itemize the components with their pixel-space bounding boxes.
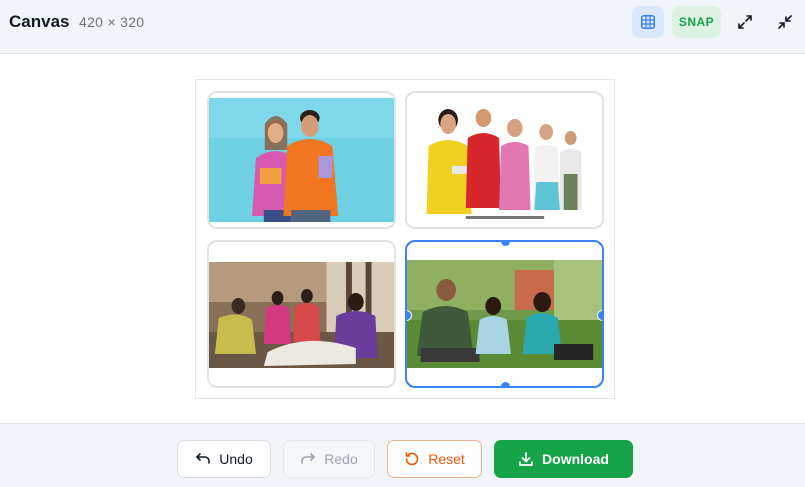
collapse-icon [778,15,792,29]
toolbar-header: Canvas 420 × 320 SNAP [0,0,805,54]
resize-handle-bottom-right[interactable] [597,381,602,386]
canvas-area[interactable] [195,79,615,399]
collapse-button[interactable] [773,10,797,34]
resize-handle-top[interactable] [500,242,511,247]
action-footer: Undo Redo Reset Download [0,423,805,487]
expand-button[interactable] [733,10,757,34]
image-tile-selected[interactable] [405,240,604,388]
expand-icon [738,15,752,29]
page-title: Canvas [9,12,70,31]
download-icon [519,452,533,466]
canvas-workspace [0,55,805,423]
snap-toggle-button[interactable]: SNAP [672,6,721,38]
photo-students-sitting-on-grass [407,260,602,368]
canvas-dimensions: 420 × 320 [79,14,145,30]
resize-handle-bottom[interactable] [500,381,511,386]
photo-student-group-white-background [407,98,602,226]
grid-icon [641,15,655,29]
download-button[interactable]: Download [494,440,633,478]
reset-icon [405,452,419,466]
resize-handle-right[interactable] [597,310,602,321]
undo-label: Undo [219,451,253,467]
image-tile[interactable] [207,240,396,388]
resize-handle-bottom-left[interactable] [407,381,412,386]
grid-toggle-button[interactable] [632,6,664,38]
photo-students-sitting-corridor [209,262,394,368]
resize-handle-top-left[interactable] [407,242,412,247]
redo-button[interactable]: Redo [283,440,375,478]
photo-two-students-blue-background [209,98,394,222]
reset-button[interactable]: Reset [387,440,482,478]
resize-handle-top-right[interactable] [597,242,602,247]
undo-button[interactable]: Undo [177,440,271,478]
download-label: Download [542,451,609,467]
image-tile[interactable] [405,91,604,229]
undo-icon [196,453,211,464]
image-tile[interactable] [207,91,396,229]
redo-icon [301,453,316,464]
redo-label: Redo [324,451,358,467]
reset-label: Reset [428,451,465,467]
